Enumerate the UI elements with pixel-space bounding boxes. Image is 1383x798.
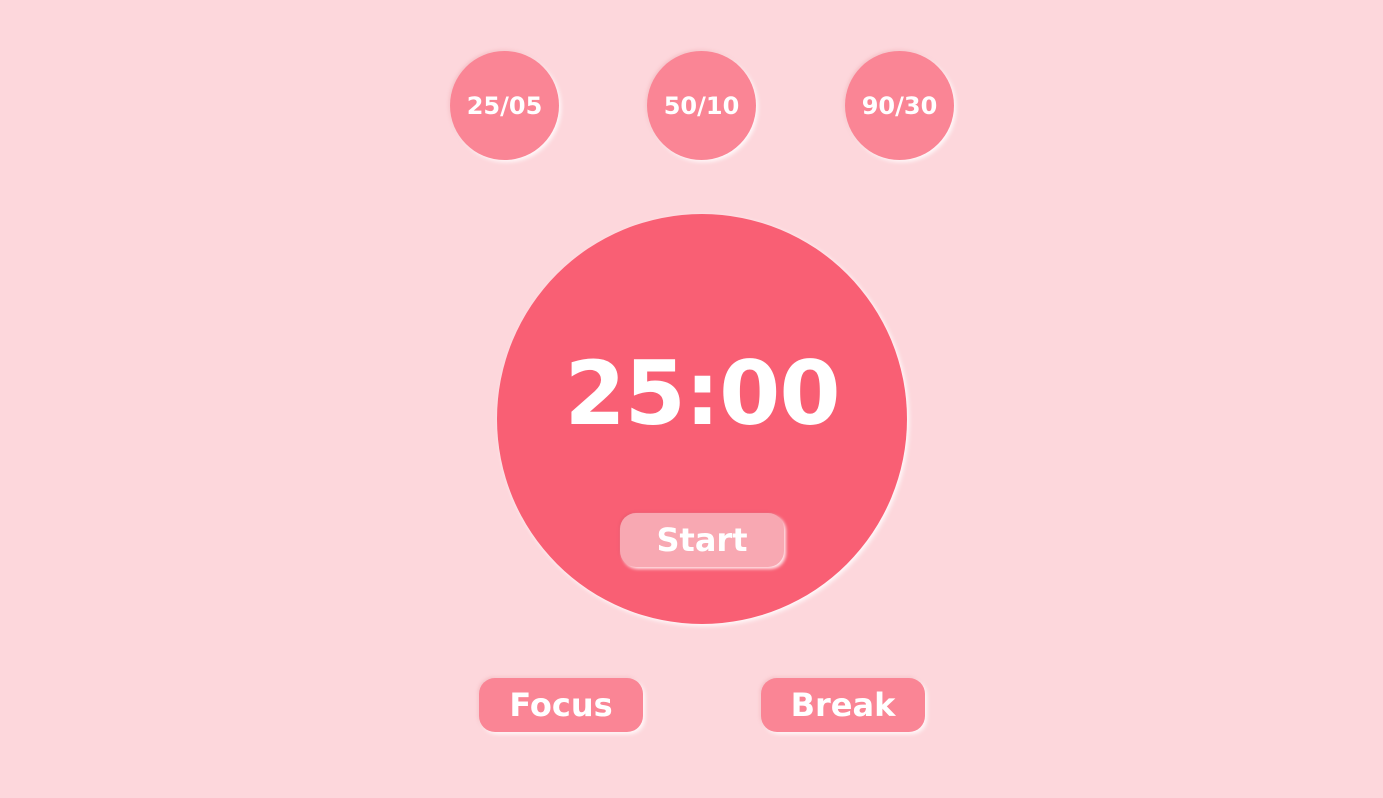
break-mode-button[interactable]: Break — [761, 678, 925, 732]
start-button[interactable]: Start — [620, 513, 784, 567]
start-button-label: Start — [656, 521, 748, 559]
preset-label: 90/30 — [861, 91, 938, 120]
preset-90-30-button[interactable]: 90/30 — [845, 51, 954, 160]
preset-25-05-button[interactable]: 25/05 — [450, 51, 559, 160]
preset-label: 50/10 — [663, 91, 740, 120]
timer-display: 25:00 — [564, 342, 840, 445]
focus-mode-button[interactable]: Focus — [479, 678, 643, 732]
timer-circle: 25:00 Start — [497, 214, 907, 624]
preset-label: 25/05 — [466, 91, 543, 120]
preset-50-10-button[interactable]: 50/10 — [647, 51, 756, 160]
break-mode-label: Break — [790, 686, 896, 724]
focus-mode-label: Focus — [509, 686, 613, 724]
